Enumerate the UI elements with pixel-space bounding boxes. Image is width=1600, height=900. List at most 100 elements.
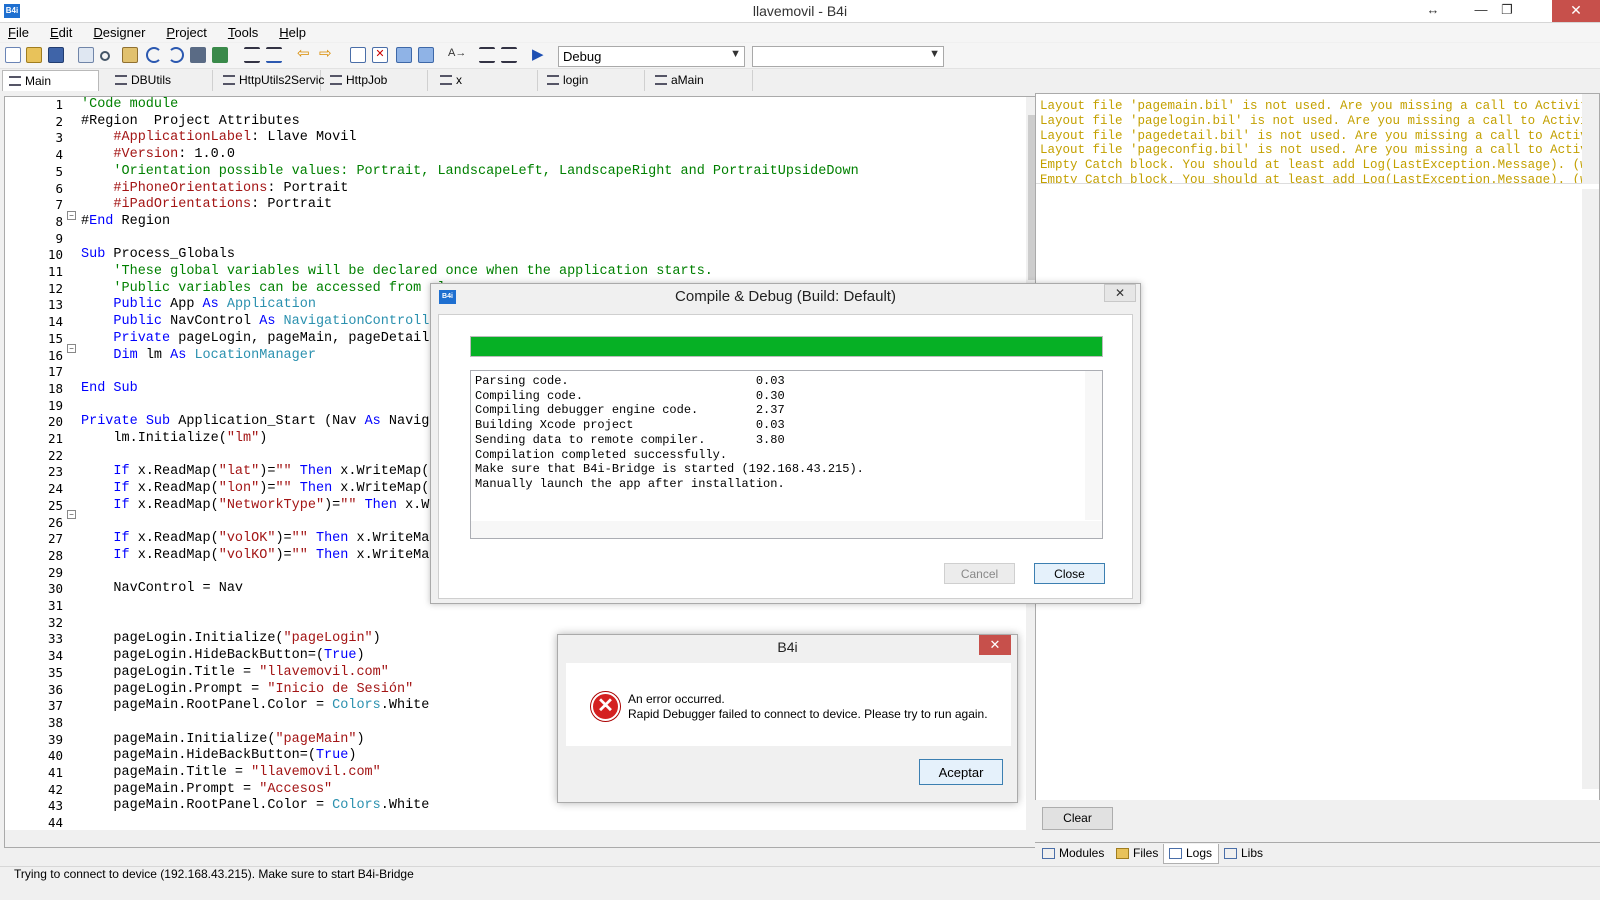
indent-icon[interactable] [244, 47, 260, 63]
output-vertical-scrollbar[interactable] [1085, 371, 1102, 520]
tab-httputils2service[interactable]: HttpUtils2Servic [217, 70, 325, 91]
outdent-icon[interactable] [266, 47, 282, 63]
tab-httpjob[interactable]: HttpJob [324, 70, 428, 91]
build-config-select[interactable]: Debug ▼ [558, 46, 745, 67]
compile-dialog-close-icon[interactable]: ✕ [1104, 284, 1136, 302]
code-line: If x.ReadMap("lon")="" Then x.WriteMap("… [113, 481, 446, 497]
tab-main[interactable]: Main [2, 70, 99, 91]
line-number: 39 [47, 731, 63, 747]
book-icon [1224, 848, 1237, 859]
tab-login[interactable]: login [541, 70, 645, 91]
close-window-button[interactable]: ✕ [1552, 0, 1600, 22]
log-list[interactable]: Layout file 'pagemain.bil' is not used. … [1036, 94, 1584, 184]
tab-dbutils[interactable]: DBUtils [109, 70, 213, 91]
tab-x[interactable]: x [434, 70, 538, 91]
tab-label: HttpUtils2Servic [239, 73, 325, 87]
line-number: 3 [55, 130, 63, 146]
error-dialog-close-icon[interactable]: ✕ [979, 635, 1011, 655]
autocomplete-icon[interactable]: A→ [448, 47, 466, 63]
clear-bookmarks-icon[interactable]: ✕ [372, 47, 388, 63]
cancel-button[interactable]: Cancel [944, 563, 1015, 584]
menu-designer[interactable]: Designer [85, 23, 152, 40]
cut-icon[interactable] [100, 51, 110, 61]
maximize-button[interactable]: ❐ [1492, 0, 1522, 22]
accept-button[interactable]: Aceptar [919, 759, 1003, 785]
code-line: #iPhoneOrientations: Portrait [81, 180, 349, 196]
fold-toggle-icon[interactable]: − [67, 211, 76, 220]
code-line: #Version: 1.0.0 [81, 147, 235, 163]
save-icon[interactable] [48, 47, 64, 63]
run-icon[interactable]: ▶ [532, 47, 548, 63]
line-number: 20 [47, 414, 63, 430]
module-icon [115, 75, 127, 85]
uncomment-block-icon[interactable] [501, 47, 517, 63]
error-message-line1: An error occurred. [628, 692, 725, 706]
tab-libs[interactable]: Libs [1219, 844, 1269, 864]
panel-scrollbar[interactable] [1582, 189, 1599, 789]
line-number: 11 [47, 264, 63, 279]
compile-dialog: B4i Compile & Debug (Build: Default) ✕ P… [430, 283, 1141, 604]
next-bookmark-icon[interactable] [418, 47, 434, 63]
log-scrollbar[interactable] [1582, 94, 1599, 184]
output-line: Compilation completed successfully. [475, 447, 728, 462]
log-entry[interactable]: Empty Catch block. You should at least a… [1040, 158, 1584, 173]
fold-toggle-icon[interactable]: − [67, 344, 76, 353]
toggle-bookmark-icon[interactable] [350, 47, 366, 63]
new-file-icon[interactable] [5, 47, 21, 63]
log-entry[interactable]: Layout file 'pagelogin.bil' is not used.… [1040, 114, 1584, 129]
toolbar: ⇦ ⇨ ✕ A→ ▶ Debug ▼ ▼ [0, 43, 1600, 69]
menu-help[interactable]: Help [271, 23, 313, 40]
progress-fill [471, 337, 1102, 356]
output-line: Compiling code. 0.30 [475, 388, 785, 403]
tab-label: Main [25, 74, 52, 88]
output-line: Manually launch the app after installati… [475, 476, 785, 491]
fold-toggle-icon[interactable]: − [67, 510, 76, 519]
line-number: 30 [47, 581, 63, 597]
tab-files[interactable]: Files [1111, 844, 1164, 864]
menu-file[interactable]: File [0, 23, 36, 40]
chevron-down-icon: ▼ [730, 48, 741, 60]
module-tabs: Main DBUtils HttpUtils2Servic HttpJob x … [0, 69, 1045, 91]
log-entry[interactable]: Layout file 'pagemain.bil' is not used. … [1040, 99, 1584, 114]
window-title: llavemovil - B4i [752, 3, 848, 19]
open-folder-icon[interactable] [26, 47, 42, 63]
navigate-forward-icon[interactable]: ⇨ [319, 46, 335, 63]
compile-dialog-titlebar: B4i Compile & Debug (Build: Default) ✕ [431, 284, 1140, 311]
code-line: Public NavControl As NavigationControlle… [113, 314, 446, 330]
restore-size-icon[interactable]: ↔ [1418, 0, 1448, 22]
editor-horizontal-scrollbar[interactable] [5, 830, 1028, 847]
logs-icon [1169, 848, 1182, 859]
tab-modules[interactable]: Modules [1037, 844, 1110, 864]
undo-icon[interactable] [146, 47, 162, 63]
tab-label: Logs [1186, 846, 1213, 860]
code-line: End Sub [81, 380, 138, 396]
output-horizontal-scrollbar[interactable] [471, 521, 1102, 538]
code-line: pageLogin.Title = "llavemovil.com" [81, 664, 389, 680]
copy-icon[interactable] [78, 47, 94, 63]
menu-project[interactable]: Project [158, 23, 213, 40]
build-config-value: Debug [563, 49, 602, 64]
log-entry[interactable]: Empty Catch block. You should at least a… [1040, 173, 1584, 183]
code-line: If x.ReadMap("lat")="" Then x.WriteMap("… [113, 464, 446, 480]
navigate-back-icon[interactable]: ⇦ [297, 46, 313, 63]
log-entry[interactable]: Layout file 'pagedetail.bil' is not used… [1040, 129, 1584, 144]
clear-logs-button[interactable]: Clear [1042, 807, 1113, 830]
paste-icon[interactable] [122, 47, 138, 63]
tab-logs[interactable]: Logs [1163, 844, 1220, 864]
menu-tools[interactable]: Tools [220, 23, 265, 40]
close-button[interactable]: Close [1034, 563, 1105, 584]
redo-icon[interactable] [168, 47, 184, 63]
secondary-select[interactable]: ▼ [752, 46, 944, 67]
find-replace-icon[interactable] [212, 47, 228, 63]
code-line: pageLogin.Prompt = "Inicio de Sesión" [81, 681, 414, 697]
tab-label: DBUtils [131, 73, 172, 87]
find-icon[interactable] [190, 47, 206, 63]
line-number: 17 [47, 364, 63, 380]
tab-amain[interactable]: aMain [649, 70, 753, 91]
output-line: Sending data to remote compiler. 3.80 [475, 432, 785, 447]
compile-output[interactable]: Parsing code. 0.03 Compiling code. 0.30 Co… [470, 370, 1103, 539]
log-entry[interactable]: Layout file 'pageconfig.bil' is not used… [1040, 143, 1584, 158]
menu-edit[interactable]: Edit [42, 23, 79, 40]
previous-bookmark-icon[interactable] [396, 47, 412, 63]
comment-block-icon[interactable] [479, 47, 495, 63]
